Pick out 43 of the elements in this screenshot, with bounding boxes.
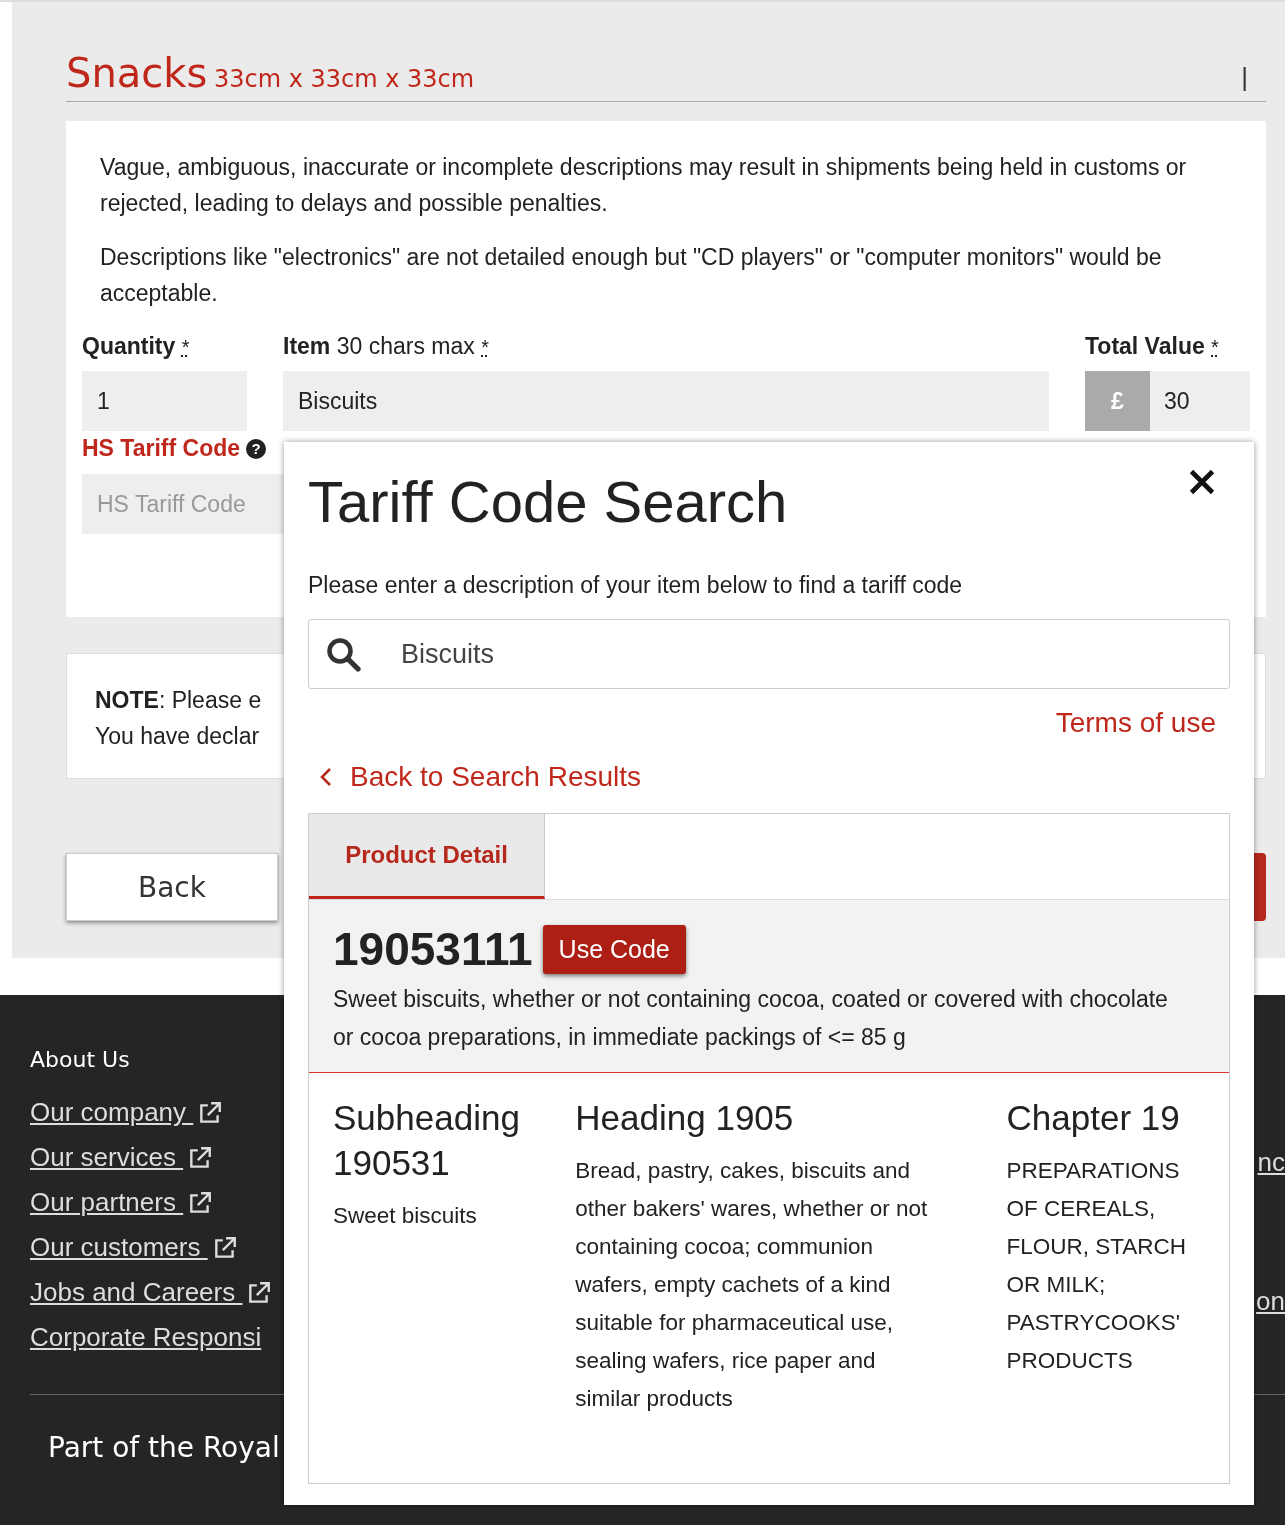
chevron-left-icon	[320, 767, 332, 787]
level-title: Heading 1905	[575, 1097, 795, 1139]
footer-link[interactable]: Corporate Responsi	[30, 1322, 262, 1353]
use-code-button[interactable]: Use Code	[542, 924, 686, 974]
field-label: HS Tariff Code	[82, 435, 241, 462]
field-label: Item 30 chars max *	[283, 333, 490, 361]
footer-link[interactable]: Our customers	[30, 1232, 208, 1263]
help-icon[interactable]: ?	[246, 438, 267, 459]
divider-mark: |	[1241, 62, 1248, 93]
tariff-code: 19053111	[333, 922, 533, 976]
warning-text: Descriptions like "electronics" are not detailed enough but "CD players" or "computer monitors" would be acceptable.	[100, 243, 1163, 308]
footer-link[interactable]: Jobs and Careers	[30, 1277, 243, 1308]
close-button[interactable]	[1188, 468, 1216, 496]
level-description: Sweet biscuits	[333, 1202, 478, 1230]
section-title: Snacks 33cm x 33cm x 33cm	[66, 53, 475, 93]
footer-link[interactable]: Our company	[30, 1097, 194, 1128]
field-label: Quantity *	[82, 333, 191, 361]
currency-field[interactable]: £ 30	[1085, 371, 1250, 431]
footer-group-text: Part of the Royal	[48, 1431, 280, 1464]
field-label: Total Value *	[1085, 333, 1220, 361]
footer-link[interactable]: on	[1256, 1286, 1285, 1317]
note-text: NOTE: Please e	[95, 686, 262, 715]
product-description: Sweet biscuits, whether or not containing cocoa, coated or covered with chocolate or cocoa preparations, in immediate packings of <= 85 g	[333, 985, 1169, 1052]
search-icon	[325, 636, 361, 672]
text-field[interactable]: Biscuits	[283, 371, 1049, 431]
level-description: PREPARATIONS OF CEREALS, FLOUR, STARCH OR MILK; PASTRYCOOKS' PRODUCTS	[1006, 1157, 1188, 1375]
warning-text: Vague, ambiguous, inaccurate or incomplete descriptions may result in shipments being held in customs or rejected, leading to delays and possible penalties.	[100, 153, 1188, 218]
back-button[interactable]: Back	[66, 853, 278, 921]
footer-link[interactable]: Our partners	[30, 1187, 184, 1218]
search-field[interactable]: Biscuits	[308, 619, 1230, 689]
footer-link[interactable]: Our services	[30, 1142, 184, 1173]
level-description: Bread, pastry, cakes, biscuits and other bakers' wares, whether or not containing cocoa; communion wafers, empty cachets of a kind suitable for pharmaceutical use, sealing wafers, rice paper and similar products	[575, 1157, 929, 1413]
footer-heading: About Us	[30, 1047, 131, 1072]
footer-link[interactable]: nc	[1257, 1147, 1285, 1178]
note-text: You have declar	[95, 722, 260, 751]
tab[interactable]: Product Detail	[309, 814, 545, 899]
close-icon	[1188, 468, 1216, 496]
text-field[interactable]: 1	[82, 371, 247, 431]
terms-link[interactable]: Terms of use	[1055, 707, 1216, 739]
level-title: Subheading 190531	[333, 1097, 521, 1184]
dialog-description: Please enter a description of your item below to find a tariff code	[308, 572, 964, 599]
level-title: Chapter 19	[1006, 1097, 1181, 1139]
back-link[interactable]: Back to Search Results	[350, 761, 642, 793]
